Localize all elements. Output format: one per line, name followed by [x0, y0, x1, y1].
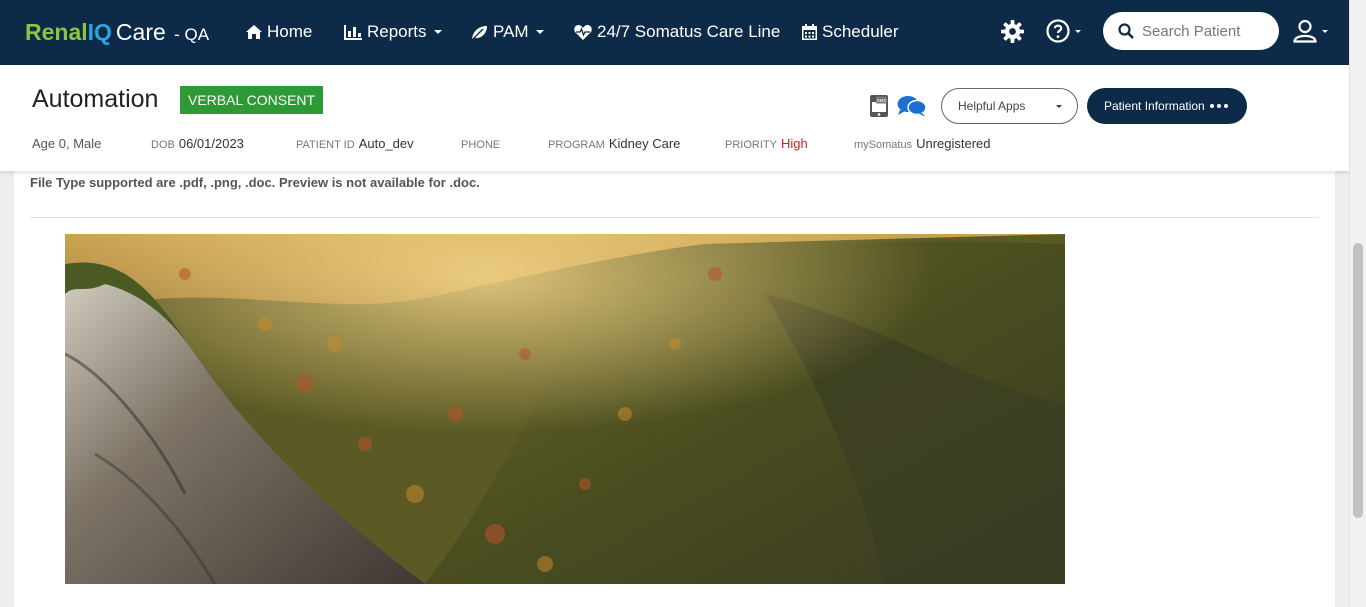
- patient-dob: DOB 06/01/2023: [151, 136, 244, 153]
- phone-label: PHONE: [461, 139, 501, 151]
- chat-button[interactable]: [897, 95, 927, 117]
- dob-value: 06/01/2023: [178, 136, 244, 151]
- home-icon: [246, 25, 262, 39]
- brand-iq: IQ: [87, 19, 112, 45]
- file-preview-image: [65, 234, 1065, 584]
- brand-env: - QA: [174, 25, 210, 44]
- patient-information-button[interactable]: Patient Information: [1087, 88, 1247, 124]
- svg-text:SMS: SMS: [877, 98, 887, 103]
- user-icon: [1293, 19, 1317, 43]
- search-patient[interactable]: [1103, 12, 1279, 50]
- brand-care: Care: [115, 19, 166, 45]
- patient-id: PATIENT ID Auto_dev: [296, 136, 414, 153]
- landscape-photo: [65, 234, 1065, 584]
- file-type-note: File Type supported are .pdf, .png, .doc…: [30, 175, 480, 190]
- sms-button[interactable]: SMS: [869, 94, 889, 118]
- search-icon: [1118, 23, 1134, 39]
- age-sex-value: Age 0, Male: [32, 136, 102, 151]
- search-input[interactable]: [1142, 22, 1272, 40]
- patient-header: Automation VERBAL CONSENT SMS Helpful Ap…: [0, 65, 1349, 171]
- divider: [30, 217, 1319, 218]
- scrollbar-thumb[interactable]: [1353, 243, 1363, 518]
- patient-id-label: PATIENT ID: [296, 139, 355, 151]
- more-dots-icon: [1209, 104, 1228, 108]
- chevron-down-icon: [433, 30, 442, 34]
- nav-home[interactable]: Home: [246, 21, 312, 43]
- chevron-down-icon: [1056, 105, 1062, 108]
- program-value: Kidney Care: [608, 136, 681, 151]
- heartbeat-icon: [574, 25, 592, 40]
- patient-name: Automation: [32, 85, 159, 113]
- user-menu[interactable]: [1293, 19, 1328, 43]
- mysomatus-label: mySomatus: [854, 139, 913, 151]
- patient-mysomatus: mySomatus Unregistered: [854, 136, 991, 153]
- patient-information-label: Patient Information: [1104, 99, 1205, 113]
- patient-program: PROGRAM Kidney Care: [548, 136, 680, 153]
- nav-care-line-label: 24/7 Somatus Care Line: [597, 22, 781, 41]
- help-menu[interactable]: [1046, 19, 1081, 43]
- nav-pam[interactable]: PAM: [471, 21, 544, 43]
- nav-pam-label: PAM: [493, 22, 529, 41]
- chevron-down-icon: [535, 30, 544, 34]
- sms-phone-icon: SMS: [870, 95, 888, 117]
- program-label: PROGRAM: [548, 139, 605, 151]
- helpful-apps-dropdown[interactable]: Helpful Apps: [941, 88, 1078, 124]
- brand-renal: Renal: [25, 19, 88, 45]
- nav-scheduler-label: Scheduler: [822, 22, 899, 41]
- chat-bubbles-icon: [897, 96, 927, 117]
- mysomatus-value: Unregistered: [916, 136, 991, 151]
- bar-chart-icon: [344, 24, 362, 40]
- page-scrollbar[interactable]: [1349, 0, 1366, 607]
- top-navbar: RenalIQ Care - QA Home Reports PAM 24/7 S…: [0, 0, 1349, 65]
- patient-priority: PRIORITY High: [725, 136, 808, 153]
- dob-label: DOB: [151, 139, 175, 151]
- gear-icon: [1001, 20, 1024, 43]
- app-logo[interactable]: RenalIQ Care - QA: [25, 19, 209, 48]
- consent-badge: VERBAL CONSENT: [180, 86, 324, 114]
- settings-button[interactable]: [1001, 20, 1024, 43]
- priority-value: High: [780, 136, 808, 151]
- question-circle-icon: [1046, 19, 1070, 43]
- patient-phone: PHONE: [461, 136, 504, 153]
- priority-label: PRIORITY: [725, 139, 777, 151]
- calendar-icon: [802, 24, 817, 40]
- nav-reports-label: Reports: [367, 22, 427, 41]
- nav-reports[interactable]: Reports: [344, 21, 442, 43]
- patient-age-sex: Age 0, Male: [32, 136, 101, 152]
- leaf-icon: [471, 25, 487, 40]
- nav-care-line[interactable]: 24/7 Somatus Care Line: [574, 21, 780, 43]
- nav-scheduler[interactable]: Scheduler: [802, 21, 899, 43]
- helpful-apps-label: Helpful Apps: [958, 99, 1026, 113]
- chevron-down-icon: [1322, 29, 1328, 33]
- nav-home-label: Home: [267, 22, 313, 41]
- patient-id-value: Auto_dev: [358, 136, 414, 151]
- chevron-down-icon: [1075, 29, 1081, 33]
